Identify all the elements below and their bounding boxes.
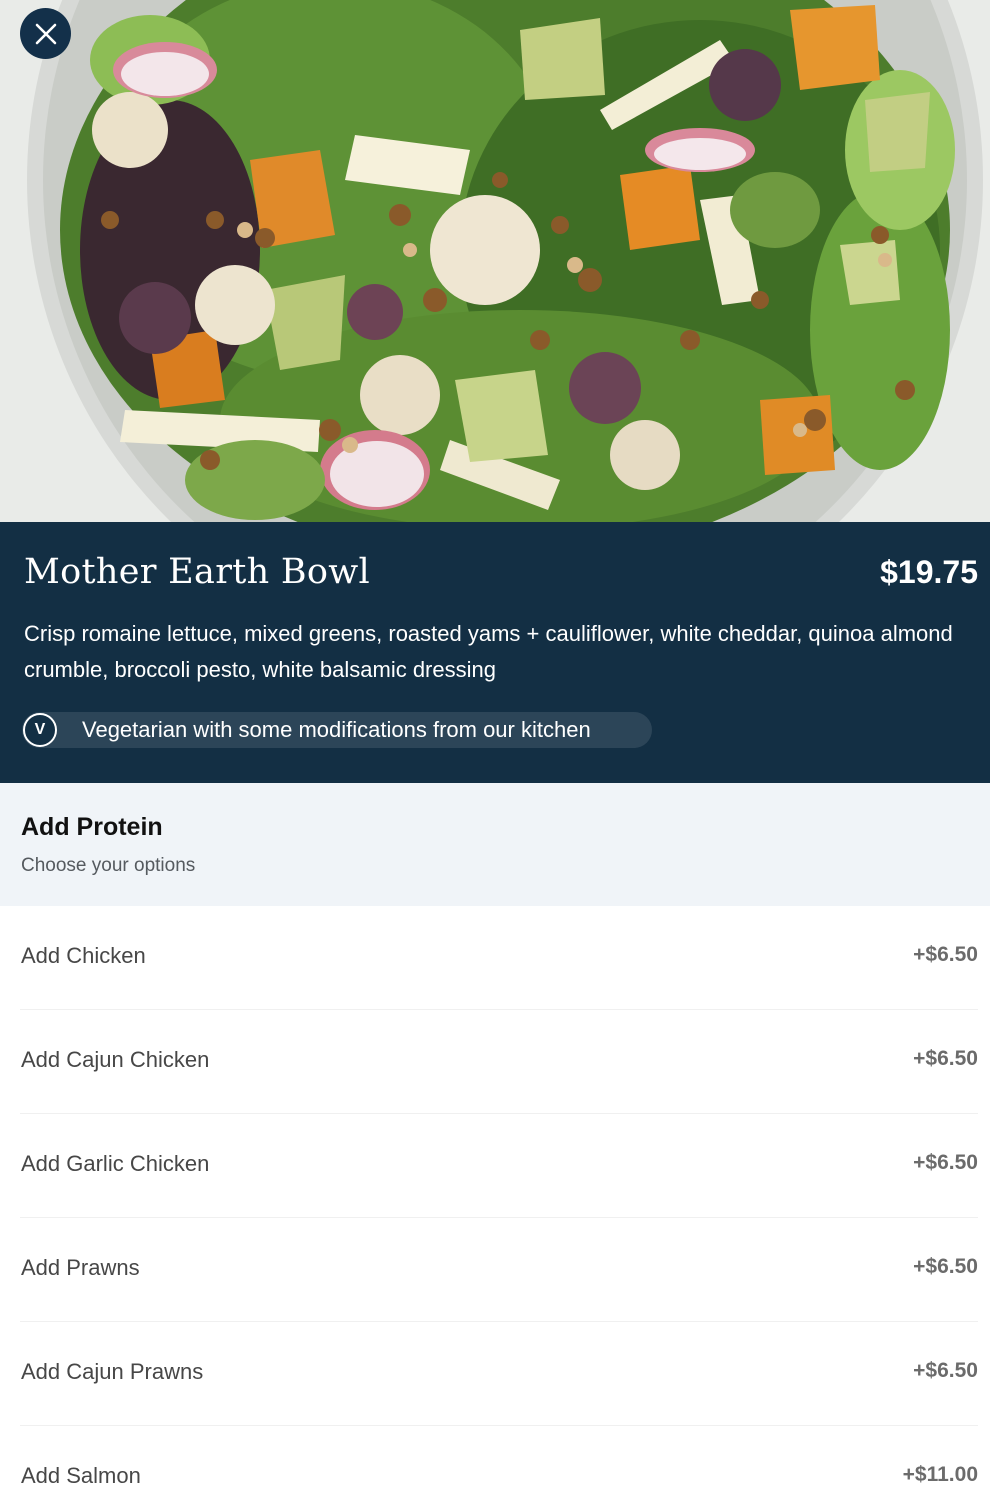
close-button[interactable]	[20, 8, 71, 59]
item-detail-page: Mother Earth Bowl $19.75 Crisp romaine l…	[0, 0, 990, 1508]
vegetarian-icon: V	[23, 713, 57, 747]
salad-bowl-illustration	[0, 0, 990, 522]
option-add-cajun-prawns[interactable]: Add Cajun Prawns +$6.50	[0, 1322, 990, 1426]
option-add-salmon[interactable]: Add Salmon +$11.00	[0, 1426, 990, 1508]
option-label: Add Cajun Chicken	[21, 1047, 210, 1072]
close-icon	[35, 23, 56, 44]
option-group-title: Add Protein	[21, 813, 163, 841]
item-photo	[0, 0, 990, 522]
option-label: Add Prawns	[21, 1255, 140, 1280]
item-info-panel: Mother Earth Bowl $19.75 Crisp romaine l…	[0, 522, 990, 783]
option-price: +$6.50	[913, 1047, 978, 1070]
option-label: Add Chicken	[21, 943, 146, 968]
dietary-badge: V Vegetarian with some modifications fro…	[22, 712, 652, 748]
option-price: +$6.50	[913, 1151, 978, 1174]
option-list: Add Chicken +$6.50 Add Cajun Chicken +$6…	[0, 906, 990, 1508]
option-group-header: Add Protein Choose your options	[0, 783, 990, 906]
option-add-garlic-chicken[interactable]: Add Garlic Chicken +$6.50	[0, 1114, 990, 1218]
option-add-cajun-chicken[interactable]: Add Cajun Chicken +$6.50	[0, 1010, 990, 1114]
option-add-prawns[interactable]: Add Prawns +$6.50	[0, 1218, 990, 1322]
option-label: Add Garlic Chicken	[21, 1151, 210, 1176]
option-price: +$6.50	[913, 1359, 978, 1382]
option-add-chicken[interactable]: Add Chicken +$6.50	[0, 906, 990, 1010]
option-price: +$11.00	[902, 1463, 978, 1486]
option-price: +$6.50	[913, 943, 978, 966]
item-name: Mother Earth Bowl	[24, 552, 371, 592]
item-description: Crisp romaine lettuce, mixed greens, roa…	[24, 621, 953, 682]
option-price: +$6.50	[913, 1255, 978, 1278]
option-label: Add Salmon	[21, 1463, 141, 1488]
option-group-subtitle: Choose your options	[21, 855, 196, 876]
option-label: Add Cajun Prawns	[21, 1359, 204, 1384]
dietary-text: Vegetarian with some modifications from …	[82, 717, 591, 742]
item-price: $19.75	[880, 554, 978, 590]
